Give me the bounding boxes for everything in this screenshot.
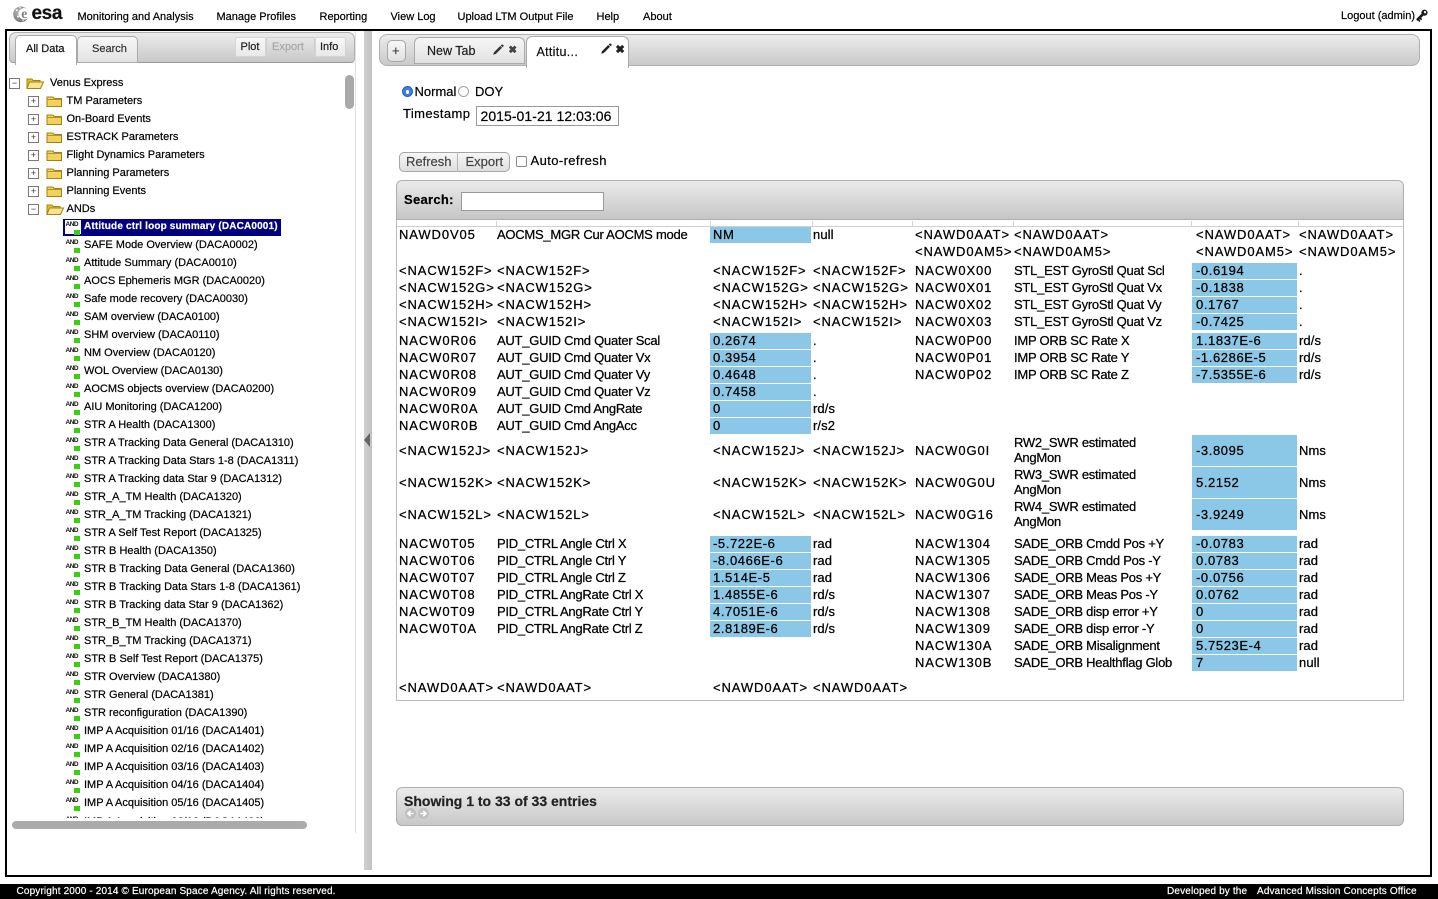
- svg-text:e: e: [21, 6, 27, 21]
